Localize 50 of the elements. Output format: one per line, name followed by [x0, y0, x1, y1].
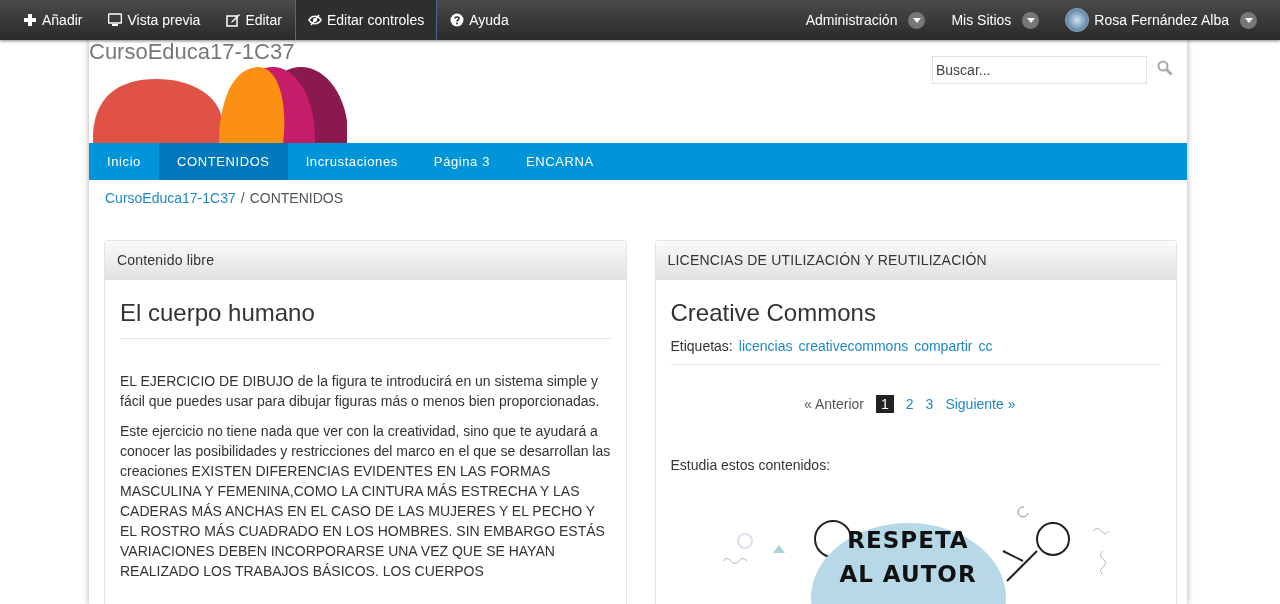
caret-icon: [1240, 11, 1257, 29]
help-icon: [450, 13, 465, 27]
intro-text: Estudia estos contenidos:: [670, 456, 832, 475]
menu-dropdown[interactable]: Administración: [792, 0, 939, 40]
tag-link[interactable]: creativecommons: [798, 338, 909, 354]
edit-icon: [226, 13, 241, 27]
nav-tab[interactable]: Página 3: [415, 143, 508, 180]
paragraph: Este ejercicio no tiene nada que ver con la creatividad, sino que te ayudará a conocer las posibilidades y restricciones del marco en el que se desarrollan las creaciones EXISTEN DIFERENCIAS EVIDENTES EN LAS FORMAS MASCULINA Y FEMENINA,COMO LA CINTURA MÁS ESTRECHA Y LAS CADERAS MÁS ANCHAS EN EL CASO DE LAS MUJERES Y EL PECHO Y EL ROSTRO MÁS CUADRADO EN LOS HOMBRES. SIN EMBARGO ESTÁS VARIACIONES DEBEN INCORPORARSE UNA VEZ QUE SE HAYAN REALIZADO LOS TRABAJOS BÁSICOS. LOS CUERPOS: [120, 422, 611, 581]
monitor-icon: [108, 13, 123, 27]
paragraph: EL EJERCICIO DE DIBUJO de la figura te introducirá en un sistema simple y fácil que puedes usar para dibujar figuras más o menos bien proporcionadas.: [120, 372, 601, 411]
nav-tab[interactable]: ENCARNA: [508, 143, 612, 180]
nav-tab[interactable]: Inicio: [89, 143, 159, 180]
toolbar-button[interactable]: Editar controles: [294, 0, 438, 40]
breadcrumb-current: CONTENIDOS: [249, 190, 343, 206]
menu-label: Rosa Fernández Alba: [1094, 12, 1229, 28]
article-title: Creative Commons: [670, 298, 877, 328]
toolbar-button[interactable]: Vista previa: [95, 0, 214, 40]
article-title: El cuerpo humano: [120, 298, 611, 339]
page-link[interactable]: « Anterior: [804, 396, 864, 412]
tag-link[interactable]: cc: [978, 338, 993, 354]
plus-icon: [23, 13, 37, 27]
page-link[interactable]: 2: [905, 396, 914, 412]
site-title[interactable]: CursoEduca17-1C37: [89, 40, 347, 64]
page-link[interactable]: Siguiente »: [945, 396, 1016, 412]
menu-label: Administración: [805, 12, 898, 28]
menu-dropdown[interactable]: Mis Sitios: [938, 0, 1053, 40]
breadcrumb-link[interactable]: CursoEduca17-1C37: [105, 190, 236, 206]
nav-tab[interactable]: Incrustaciones: [287, 143, 416, 180]
caret-icon: [908, 11, 926, 29]
menu-dropdown[interactable]: Rosa Fernández Alba: [1052, 0, 1270, 40]
tags-label: Etiquetas:: [670, 338, 733, 354]
caret-icon: [1022, 11, 1040, 29]
panel-header: LICENCIAS DE UTILIZACIÓN Y REUTILIZACIÓN: [655, 241, 1176, 280]
tag-link[interactable]: licencias: [738, 338, 793, 354]
current-page[interactable]: 1: [876, 395, 894, 413]
search-icon[interactable]: [1157, 60, 1173, 76]
toolbar-button[interactable]: Ayuda: [437, 0, 522, 40]
toolbar-button[interactable]: Añadir: [10, 0, 96, 40]
search-field[interactable]: Buscar...: [932, 56, 1147, 84]
page-link[interactable]: 3: [925, 396, 934, 412]
breadcrumb-separator: /: [240, 190, 245, 206]
nav-tab[interactable]: CONTENIDOS: [158, 143, 288, 180]
menu-label: Mis Sitios: [951, 12, 1012, 28]
illustration-heading: AL AUTOR: [839, 560, 977, 589]
eye-icon: [307, 13, 322, 27]
illustration-heading: RESPETA: [847, 526, 969, 555]
toolbar-button[interactable]: Editar: [213, 0, 295, 40]
tag-link[interactable]: compartir: [914, 338, 973, 354]
panel-header: Contenido libre: [105, 241, 626, 280]
avatar-icon: [1065, 8, 1090, 32]
